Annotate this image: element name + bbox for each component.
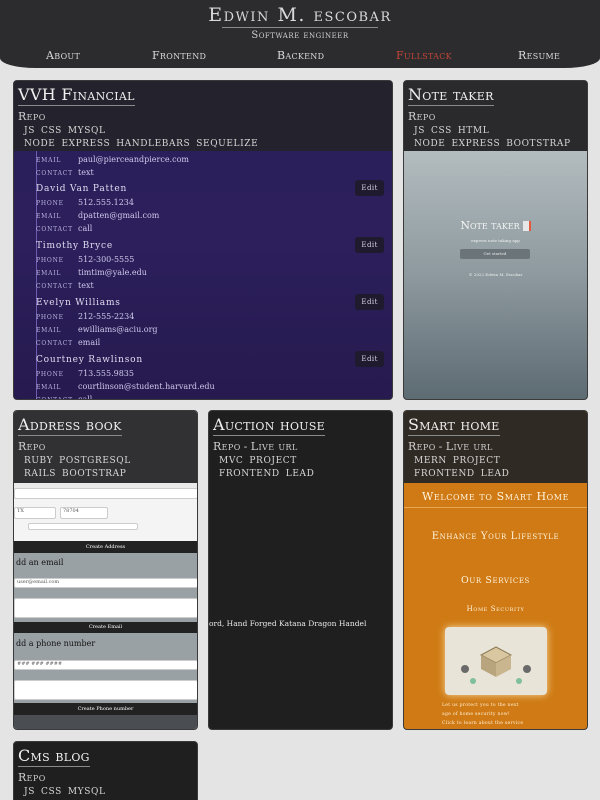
edit-button: Edit bbox=[355, 294, 384, 310]
live-url-link[interactable]: Live url bbox=[251, 440, 298, 453]
project-card-note-taker[interactable]: Note taker express note taking app Get s… bbox=[403, 80, 588, 400]
smart-home-illustration bbox=[445, 627, 547, 695]
project-title: Cms blog bbox=[18, 746, 90, 767]
site-subtitle: Software engineer bbox=[251, 30, 349, 41]
repo-link[interactable]: Repo bbox=[408, 440, 436, 453]
contact-entry: David Van Patten phone 512.555.1234 email… bbox=[36, 180, 384, 233]
tech-tags: RAILS BOOTSTRAP bbox=[24, 469, 127, 479]
tech-tags: FRONTEND LEAD bbox=[219, 469, 315, 479]
create-address-button: Create Address bbox=[14, 541, 197, 553]
tech-tags: JS CSS HTML bbox=[414, 126, 490, 136]
repo-link[interactable]: Repo bbox=[18, 771, 46, 784]
edit-button: Edit bbox=[355, 237, 384, 253]
project-card-cms-blog[interactable]: Cms blog Repo JS CSS MYSQL bbox=[13, 741, 198, 800]
card-header: Address book Repo RUBY POSTGRESQL RAILS BO… bbox=[14, 411, 197, 479]
contact-entry: Courtney Rawlinson phone 713.555.9835 ema… bbox=[36, 351, 384, 399]
title-divider bbox=[222, 27, 378, 28]
create-phone-button: Create Phone number bbox=[14, 703, 197, 715]
card-header: Auction house Repo - Live url MVC PROJECT F… bbox=[209, 411, 392, 479]
card-header: Smart home Repo - Live url MERN PROJECT FRO… bbox=[404, 411, 587, 479]
project-card-smart-home[interactable]: Welcome to Smart Home Enhance Your Lifes… bbox=[403, 410, 588, 730]
nav-frontend[interactable]: Frontend bbox=[152, 49, 206, 62]
get-started-button: Get started bbox=[460, 249, 530, 259]
tech-tags: NODE EXPRESS BOOTSTRAP bbox=[414, 139, 571, 149]
repo-link[interactable]: Repo bbox=[213, 440, 241, 453]
project-preview-image: Note taker express note taking app Get s… bbox=[404, 151, 587, 399]
preview-title: Note taker bbox=[404, 219, 587, 232]
project-links: Repo bbox=[408, 110, 583, 123]
repo-link[interactable]: Repo bbox=[18, 440, 46, 453]
contact-entry: Evelyn Williams phone 212-555-2234 email e… bbox=[36, 294, 384, 347]
preview-text: ord, Hand Forged Katana Dragon Handel bbox=[209, 619, 367, 628]
tech-tags: FRONTEND LEAD bbox=[414, 469, 510, 479]
project-title: VVH Financial bbox=[18, 85, 135, 106]
project-card-auction-house[interactable]: ord, Hand Forged Katana Dragon Handel Au… bbox=[208, 410, 393, 730]
edit-button: Edit bbox=[355, 351, 384, 367]
project-links: Repo bbox=[18, 110, 388, 123]
project-links: Repo - Live url bbox=[213, 440, 298, 453]
project-card-vvh-financial[interactable]: email paul@pierceandpierce.com contact tex… bbox=[13, 80, 393, 400]
project-links: Repo bbox=[18, 440, 193, 453]
contact-entry: email paul@pierceandpierce.com contact tex… bbox=[36, 155, 189, 177]
nav-fullstack[interactable]: Fullstack bbox=[396, 49, 452, 62]
site-name: Edwin M. escobar bbox=[208, 4, 392, 26]
repo-link[interactable]: Repo bbox=[408, 110, 436, 123]
project-card-address-book[interactable]: TX 78704 Create Address dd an email user… bbox=[13, 410, 198, 730]
main-nav: About Frontend Backend Fullstack Resume bbox=[0, 49, 600, 63]
project-title: Smart home bbox=[408, 415, 500, 436]
contact-entry: Timothy Bryce phone 512-300-5555 email tim… bbox=[36, 237, 384, 290]
project-title: Note taker bbox=[408, 85, 494, 106]
create-email-button: Create Email bbox=[14, 622, 197, 633]
project-links: Repo - Live url bbox=[408, 440, 493, 453]
project-links: Repo bbox=[18, 771, 193, 784]
nav-backend[interactable]: Backend bbox=[277, 49, 324, 62]
tech-tags: JS CSS MYSQL bbox=[24, 787, 106, 797]
project-title: Auction house bbox=[213, 415, 325, 436]
tech-tags: NODE EXPRESS HANDLEBARS SEQUELIZE bbox=[24, 139, 259, 149]
card-header: Note taker Repo JS CSS HTML NODE EXPRESS BOO… bbox=[404, 81, 587, 149]
notepad-icon bbox=[522, 221, 531, 231]
card-header: VVH Financial Repo JS CSS MYSQL NODE EXPRES… bbox=[14, 81, 392, 149]
nav-resume[interactable]: Resume bbox=[518, 49, 560, 62]
project-title: Address book bbox=[18, 415, 122, 436]
preview-footer: © 2022 Edwin M. Escobar bbox=[468, 272, 523, 277]
card-header: Cms blog Repo JS CSS MYSQL bbox=[14, 742, 197, 797]
nav-about[interactable]: About bbox=[46, 49, 80, 62]
preview-subtitle: express note taking app bbox=[471, 238, 520, 243]
repo-link[interactable]: Repo bbox=[18, 110, 46, 123]
tech-tags: MERN PROJECT bbox=[414, 456, 501, 466]
tech-tags: JS CSS MYSQL bbox=[24, 126, 106, 136]
tech-tags: MVC PROJECT bbox=[219, 456, 297, 466]
edit-button: Edit bbox=[355, 180, 384, 196]
site-header: Edwin M. escobar Software engineer About… bbox=[0, 0, 600, 68]
tech-tags: RUBY POSTGRESQL bbox=[24, 456, 131, 466]
live-url-link[interactable]: Live url bbox=[446, 440, 493, 453]
